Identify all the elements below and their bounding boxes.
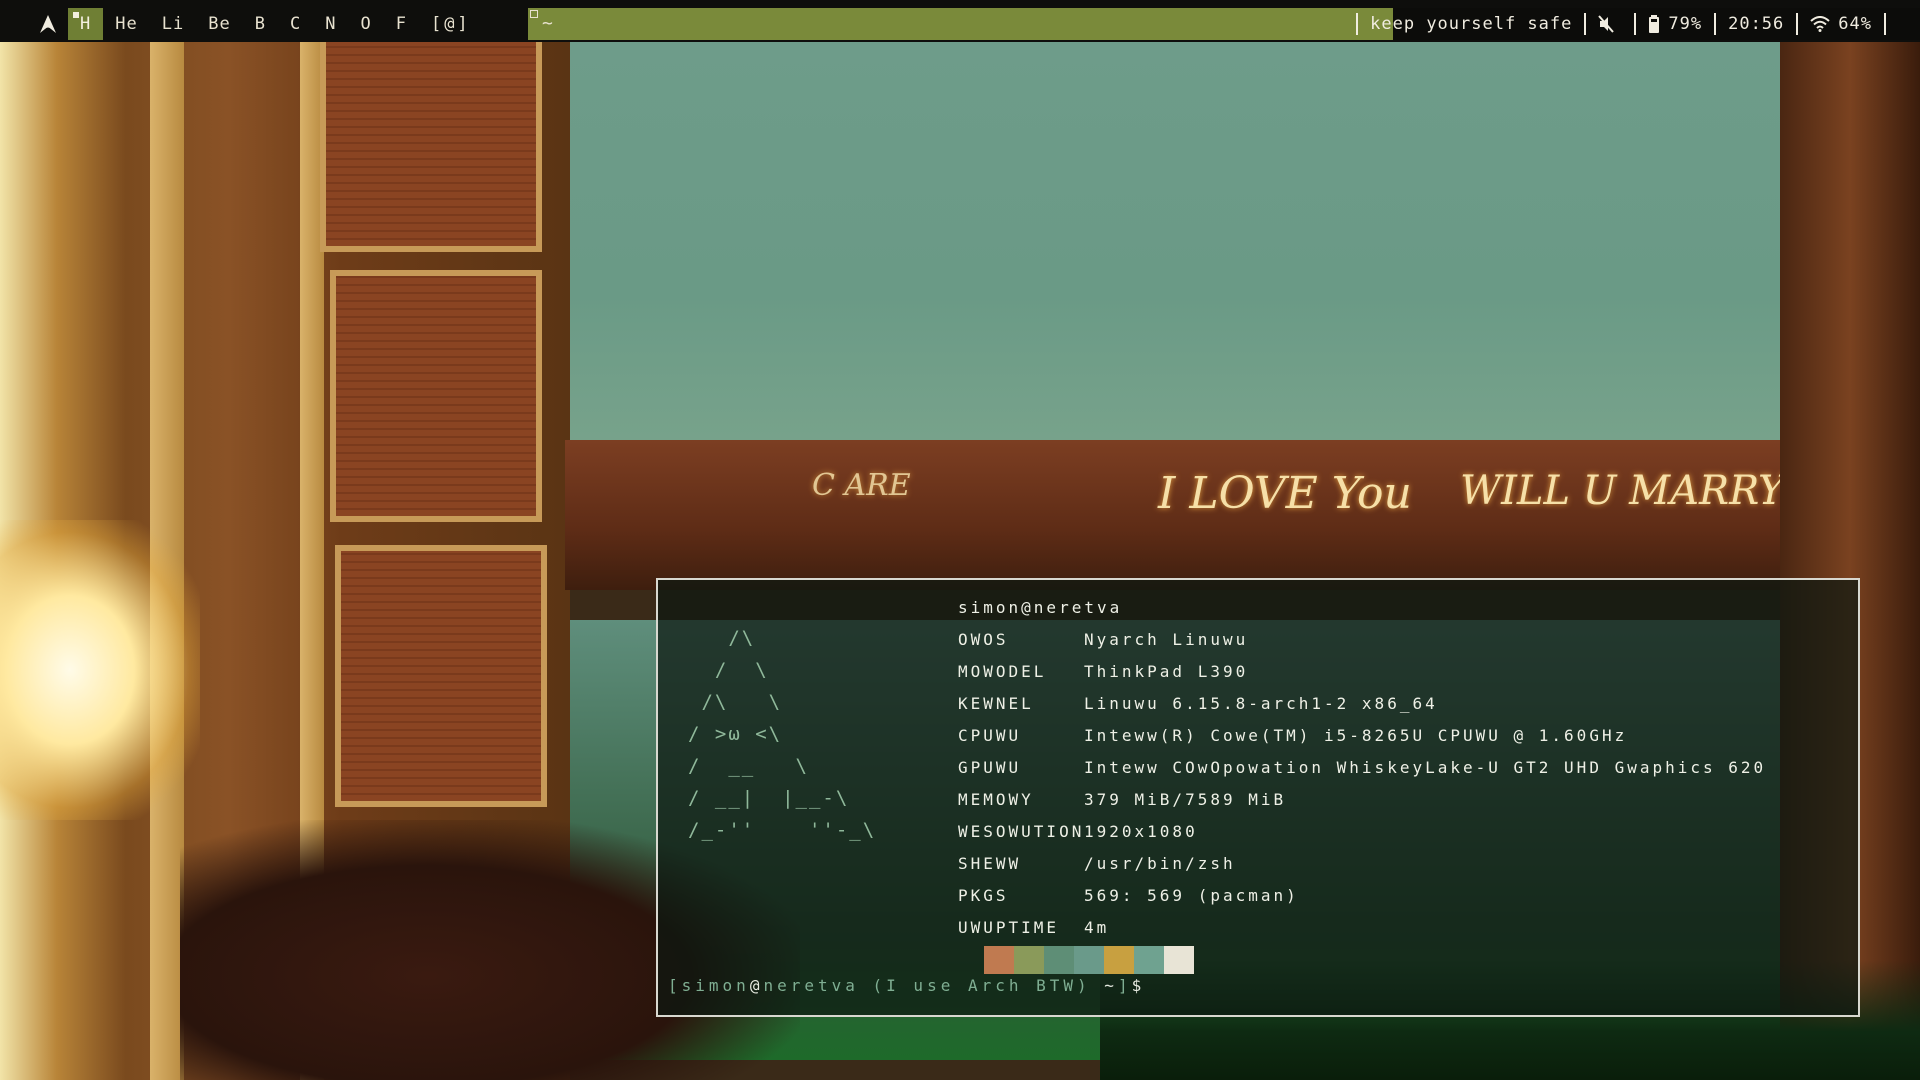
fetch-row-cpu: CPUWU Inteww(R) Cowe(TM) i5-8265U CPUWU @… bbox=[958, 720, 1766, 752]
fetch-key: MOWODEL bbox=[958, 662, 1047, 681]
fetch-key: MEMOWY bbox=[958, 790, 1034, 809]
fetch-row-uptime: UWUPTIME 4m bbox=[958, 912, 1766, 944]
palette-swatch bbox=[1044, 946, 1074, 974]
workspace-n[interactable]: N bbox=[313, 8, 348, 40]
fetch-value: Linuwu 6.15.8-arch1-2 x86_64 bbox=[1084, 694, 1438, 713]
status-separator bbox=[1584, 13, 1587, 35]
distro-ascii-logo: /\ / \ /\ \ / >ω <\ / __ \ / __| |__-\ /… bbox=[688, 627, 877, 841]
workspace-h[interactable]: H bbox=[68, 8, 104, 40]
fetch-row-os: OWOS Nyarch Linuwu bbox=[958, 624, 1766, 656]
fetch-value: ThinkPad L390 bbox=[1084, 662, 1249, 681]
wallpaper-brick-panel bbox=[335, 545, 547, 807]
palette-swatch bbox=[1164, 946, 1194, 974]
workspace-c[interactable]: C bbox=[278, 8, 313, 40]
clock[interactable]: 20:56 bbox=[1728, 14, 1784, 34]
wallpaper-brick-panel bbox=[330, 270, 542, 522]
fetch-value: Inteww(R) Cowe(TM) i5-8265U CPUWU @ 1.60… bbox=[1084, 726, 1628, 745]
prompt-note: (I use Arch BTW) bbox=[872, 976, 1091, 995]
status-separator bbox=[1714, 13, 1717, 35]
wifi-icon[interactable] bbox=[1810, 16, 1830, 32]
status-separator bbox=[1796, 13, 1799, 35]
speaker-muted-icon[interactable] bbox=[1598, 15, 1615, 33]
fetch-key: GPUWU bbox=[958, 758, 1022, 777]
fetch-value: Nyarch Linuwu bbox=[1084, 630, 1249, 649]
fetch-key: UWUPTIME bbox=[958, 918, 1060, 937]
status-separator bbox=[1884, 13, 1886, 35]
workspace-li[interactable]: Li bbox=[150, 8, 196, 40]
palette-swatch bbox=[984, 946, 1014, 974]
wallpaper-sky bbox=[550, 30, 1790, 470]
prompt-symbol: $ bbox=[1131, 976, 1146, 995]
arch-logo-icon[interactable] bbox=[28, 8, 68, 40]
palette-swatch bbox=[1134, 946, 1164, 974]
workspace-he[interactable]: He bbox=[103, 8, 149, 40]
fetch-value: Inteww COwOpowation WhiskeyLake-U GT2 UH… bbox=[1084, 758, 1767, 777]
title-area bbox=[528, 8, 1393, 40]
prompt-at: @ bbox=[749, 976, 764, 995]
status-separator bbox=[1356, 13, 1359, 35]
fetch-row-resolution: WESOWUTION 1920x1080 bbox=[958, 816, 1766, 848]
fetch-row-memory: MEMOWY 379 MiB/7589 MiB bbox=[958, 784, 1766, 816]
status-bar: keep yourself safe 79% 20:56 64% bbox=[1344, 8, 1898, 40]
fetch-key: WESOWUTION bbox=[958, 822, 1085, 841]
palette-swatch bbox=[1104, 946, 1134, 974]
fetch-value: /usr/bin/zsh bbox=[1084, 854, 1236, 873]
fetch-row-gpu: GPUWU Inteww COwOpowation WhiskeyLake-U G… bbox=[958, 752, 1766, 784]
workspace-f[interactable]: F bbox=[384, 8, 419, 40]
status-message: keep yourself safe bbox=[1370, 14, 1573, 34]
color-palette bbox=[984, 946, 1194, 974]
wallpaper-brick-panel bbox=[320, 30, 542, 252]
fetch-value: 569: 569 (pacman) bbox=[1084, 886, 1299, 905]
fetch-hostname: simon@neretva bbox=[958, 598, 1123, 617]
window-title: ~ bbox=[542, 13, 553, 34]
fetch-value: 379 MiB/7589 MiB bbox=[1084, 790, 1287, 809]
battery-level: 79% bbox=[1668, 14, 1703, 34]
wallpaper-sun-glare bbox=[0, 520, 200, 820]
prompt-user: simon bbox=[681, 976, 750, 995]
fetch-key: PKGS bbox=[958, 886, 1009, 905]
fetch-row-shell: SHEWW/usr/bin/zsh bbox=[958, 848, 1766, 880]
wallpaper-graffiti: C ARE bbox=[812, 468, 911, 503]
fetch-row-model: MOWODEL ThinkPad L390 bbox=[958, 656, 1766, 688]
workspace-be[interactable]: Be bbox=[196, 8, 242, 40]
window-marker-icon bbox=[530, 10, 538, 18]
fetch-key: SHEWW bbox=[958, 854, 1022, 873]
shell-prompt[interactable]: [simon@neretva (I use Arch BTW) ~]$ bbox=[668, 976, 1145, 995]
layout-indicator[interactable]: [@] bbox=[419, 8, 483, 40]
status-separator bbox=[1634, 13, 1637, 35]
top-bar: H He Li Be B C N O F [@] ~ keep yourself… bbox=[0, 0, 1920, 42]
fetch-value: 1920x1080 bbox=[1084, 822, 1198, 841]
fetch-key: CPUWU bbox=[958, 726, 1022, 745]
workspace-b[interactable]: B bbox=[243, 8, 278, 40]
fetch-key: KEWNEL bbox=[958, 694, 1034, 713]
battery-icon bbox=[1648, 15, 1660, 33]
terminal-window[interactable]: /\ / \ /\ \ / >ω <\ / __ \ / __| |__-\ /… bbox=[656, 578, 1860, 1017]
palette-swatch bbox=[1074, 946, 1104, 974]
workspace-o[interactable]: O bbox=[348, 8, 383, 40]
palette-swatch bbox=[1014, 946, 1044, 974]
fetch-row-packages: PKGS 569: 569 (pacman) bbox=[958, 880, 1766, 912]
wallpaper-graffiti: I LOVE You bbox=[1158, 468, 1412, 519]
fetch-info: simon@neretva OWOS Nyarch Linuwu MOWODEL T… bbox=[958, 592, 1766, 944]
wifi-strength: 64% bbox=[1838, 14, 1872, 34]
prompt-host: neretva bbox=[763, 976, 859, 995]
prompt-cwd: ~ bbox=[1104, 976, 1118, 995]
fetch-value: 4m bbox=[1084, 918, 1110, 937]
fetch-key: OWOS bbox=[958, 630, 1009, 649]
fetch-row-kernel: KEWNEL Linuwu 6.15.8-arch1-2 x86_64 bbox=[958, 688, 1766, 720]
workspace-switcher: H He Li Be B C N O F [@] bbox=[28, 8, 483, 40]
